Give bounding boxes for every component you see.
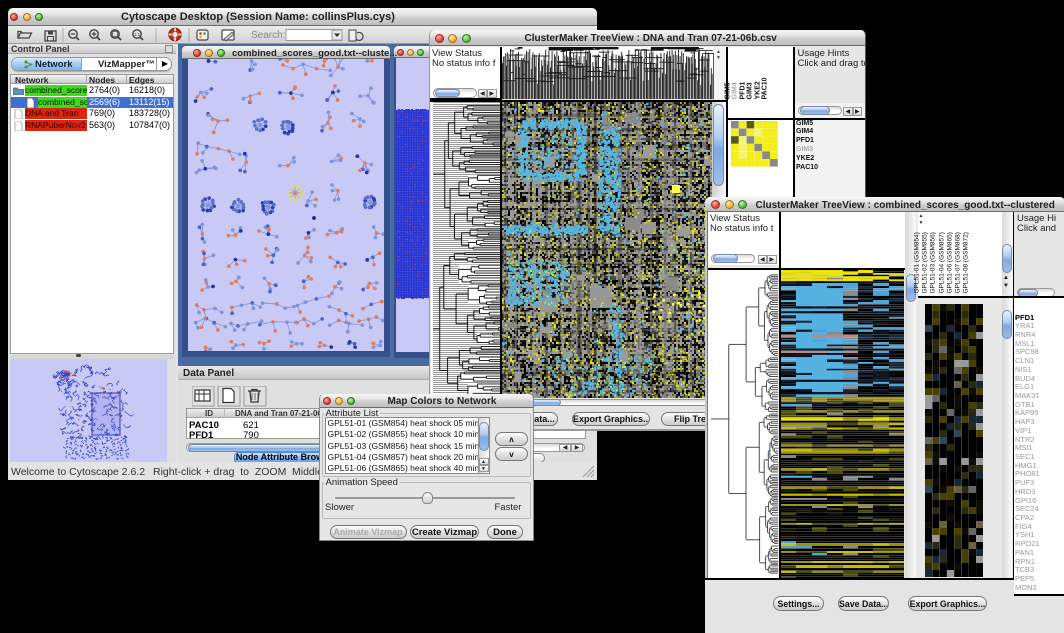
svg-text:1:1: 1:1 — [134, 32, 141, 37]
svg-text:Search:: Search: — [251, 30, 285, 41]
